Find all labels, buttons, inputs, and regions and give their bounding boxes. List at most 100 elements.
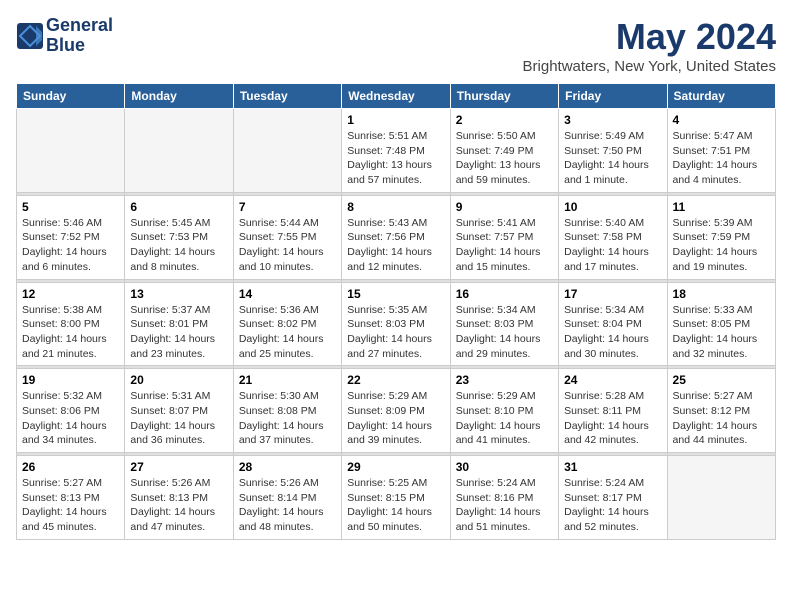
day-number: 2 [456,113,553,127]
day-number: 14 [239,287,336,301]
calendar-cell: 11Sunrise: 5:39 AM Sunset: 7:59 PM Dayli… [667,195,775,279]
day-number: 25 [673,373,770,387]
day-info: Sunrise: 5:34 AM Sunset: 8:04 PM Dayligh… [564,303,661,362]
calendar-cell: 3 Sunrise: 5:49 AM Sunset: 7:50 PM Daylig… [559,109,667,193]
day-number: 26 [22,460,119,474]
day-info: Sunrise: 5:26 AM Sunset: 8:14 PM Dayligh… [239,476,336,535]
day-number: 20 [130,373,227,387]
logo-line1: General [46,16,113,36]
logo-icon [16,22,44,50]
day-info: Sunrise: 5:29 AM Sunset: 8:09 PM Dayligh… [347,389,444,448]
day-header-saturday: Saturday [667,84,775,109]
calendar-cell: 9Sunrise: 5:41 AM Sunset: 7:57 PM Daylig… [450,195,558,279]
calendar-cell: 27 Sunrise: 5:26 AM Sunset: 8:13 PM Dayli… [125,456,233,540]
calendar-cell: 22 Sunrise: 5:29 AM Sunset: 8:09 PM Dayli… [342,369,450,453]
calendar-cell: 24Sunrise: 5:28 AM Sunset: 8:11 PM Dayli… [559,369,667,453]
day-number: 16 [456,287,553,301]
day-number: 6 [130,200,227,214]
day-info: Sunrise: 5:47 AM Sunset: 7:51 PM Dayligh… [673,129,770,188]
day-number: 30 [456,460,553,474]
day-info: Sunrise: 5:24 AM Sunset: 8:17 PM Dayligh… [564,476,661,535]
day-header-thursday: Thursday [450,84,558,109]
page-header: General Blue May 2024 Brightwaters, New … [16,16,776,75]
day-number: 13 [130,287,227,301]
day-number: 18 [673,287,770,301]
day-info: Sunrise: 5:49 AM Sunset: 7:50 PM Dayligh… [564,129,661,188]
day-number: 3 [564,113,661,127]
day-number: 23 [456,373,553,387]
day-info: Sunrise: 5:29 AM Sunset: 8:10 PM Dayligh… [456,389,553,448]
day-header-tuesday: Tuesday [233,84,341,109]
day-header-monday: Monday [125,84,233,109]
day-header-friday: Friday [559,84,667,109]
day-number: 11 [673,200,770,214]
calendar-cell: 18 Sunrise: 5:33 AM Sunset: 8:05 PM Dayli… [667,282,775,366]
calendar-cell: 7Sunrise: 5:44 AM Sunset: 7:55 PM Daylig… [233,195,341,279]
day-info: Sunrise: 5:45 AM Sunset: 7:53 PM Dayligh… [130,216,227,275]
day-number: 29 [347,460,444,474]
calendar-cell: 13Sunrise: 5:37 AM Sunset: 8:01 PM Dayli… [125,282,233,366]
calendar-week-4: 19Sunrise: 5:32 AM Sunset: 8:06 PM Dayli… [17,369,776,453]
day-info: Sunrise: 5:35 AM Sunset: 8:03 PM Dayligh… [347,303,444,362]
day-info: Sunrise: 5:40 AM Sunset: 7:58 PM Dayligh… [564,216,661,275]
calendar-week-2: 5Sunrise: 5:46 AM Sunset: 7:52 PM Daylig… [17,195,776,279]
location: Brightwaters, New York, United States [523,58,776,75]
calendar-cell: 10 Sunrise: 5:40 AM Sunset: 7:58 PM Dayli… [559,195,667,279]
calendar-week-1: 1Sunrise: 5:51 AM Sunset: 7:48 PM Daylig… [17,109,776,193]
day-info: Sunrise: 5:50 AM Sunset: 7:49 PM Dayligh… [456,129,553,188]
day-info: Sunrise: 5:30 AM Sunset: 8:08 PM Dayligh… [239,389,336,448]
day-header-wednesday: Wednesday [342,84,450,109]
calendar-cell: 28 Sunrise: 5:26 AM Sunset: 8:14 PM Dayli… [233,456,341,540]
calendar-cell: 26 Sunrise: 5:27 AM Sunset: 8:13 PM Dayli… [17,456,125,540]
calendar-header-row: SundayMondayTuesdayWednesdayThursdayFrid… [17,84,776,109]
calendar-cell: 23 Sunrise: 5:29 AM Sunset: 8:10 PM Dayli… [450,369,558,453]
day-info: Sunrise: 5:44 AM Sunset: 7:55 PM Dayligh… [239,216,336,275]
calendar-cell: 1Sunrise: 5:51 AM Sunset: 7:48 PM Daylig… [342,109,450,193]
calendar-cell: 21Sunrise: 5:30 AM Sunset: 8:08 PM Dayli… [233,369,341,453]
day-number: 5 [22,200,119,214]
day-info: Sunrise: 5:25 AM Sunset: 8:15 PM Dayligh… [347,476,444,535]
calendar-cell: 12 Sunrise: 5:38 AM Sunset: 8:00 PM Dayli… [17,282,125,366]
calendar-cell: 25 Sunrise: 5:27 AM Sunset: 8:12 PM Dayli… [667,369,775,453]
calendar-week-5: 26 Sunrise: 5:27 AM Sunset: 8:13 PM Dayli… [17,456,776,540]
calendar-cell: 15 Sunrise: 5:35 AM Sunset: 8:03 PM Dayli… [342,282,450,366]
day-info: Sunrise: 5:41 AM Sunset: 7:57 PM Dayligh… [456,216,553,275]
calendar-cell: 29 Sunrise: 5:25 AM Sunset: 8:15 PM Dayli… [342,456,450,540]
day-number: 4 [673,113,770,127]
calendar-cell: 30Sunrise: 5:24 AM Sunset: 8:16 PM Dayli… [450,456,558,540]
day-number: 22 [347,373,444,387]
day-info: Sunrise: 5:43 AM Sunset: 7:56 PM Dayligh… [347,216,444,275]
calendar-cell: 17 Sunrise: 5:34 AM Sunset: 8:04 PM Dayli… [559,282,667,366]
calendar-cell: 20 Sunrise: 5:31 AM Sunset: 8:07 PM Dayli… [125,369,233,453]
day-info: Sunrise: 5:34 AM Sunset: 8:03 PM Dayligh… [456,303,553,362]
day-info: Sunrise: 5:51 AM Sunset: 7:48 PM Dayligh… [347,129,444,188]
calendar-cell [233,109,341,193]
day-info: Sunrise: 5:31 AM Sunset: 8:07 PM Dayligh… [130,389,227,448]
day-number: 27 [130,460,227,474]
day-info: Sunrise: 5:27 AM Sunset: 8:13 PM Dayligh… [22,476,119,535]
calendar-cell [667,456,775,540]
calendar-cell: 14Sunrise: 5:36 AM Sunset: 8:02 PM Dayli… [233,282,341,366]
day-number: 8 [347,200,444,214]
calendar-cell: 19Sunrise: 5:32 AM Sunset: 8:06 PM Dayli… [17,369,125,453]
day-info: Sunrise: 5:26 AM Sunset: 8:13 PM Dayligh… [130,476,227,535]
calendar-cell: 31 Sunrise: 5:24 AM Sunset: 8:17 PM Dayli… [559,456,667,540]
logo: General Blue [16,16,113,56]
day-number: 10 [564,200,661,214]
calendar-cell: 6 Sunrise: 5:45 AM Sunset: 7:53 PM Daylig… [125,195,233,279]
day-number: 15 [347,287,444,301]
calendar-cell: 5Sunrise: 5:46 AM Sunset: 7:52 PM Daylig… [17,195,125,279]
day-number: 19 [22,373,119,387]
day-number: 31 [564,460,661,474]
day-info: Sunrise: 5:27 AM Sunset: 8:12 PM Dayligh… [673,389,770,448]
day-number: 17 [564,287,661,301]
day-number: 12 [22,287,119,301]
day-number: 24 [564,373,661,387]
day-info: Sunrise: 5:38 AM Sunset: 8:00 PM Dayligh… [22,303,119,362]
calendar-cell [125,109,233,193]
day-number: 28 [239,460,336,474]
calendar-week-3: 12 Sunrise: 5:38 AM Sunset: 8:00 PM Dayli… [17,282,776,366]
day-info: Sunrise: 5:33 AM Sunset: 8:05 PM Dayligh… [673,303,770,362]
calendar-cell: 4 Sunrise: 5:47 AM Sunset: 7:51 PM Daylig… [667,109,775,193]
title-block: May 2024 Brightwaters, New York, United … [523,16,776,75]
